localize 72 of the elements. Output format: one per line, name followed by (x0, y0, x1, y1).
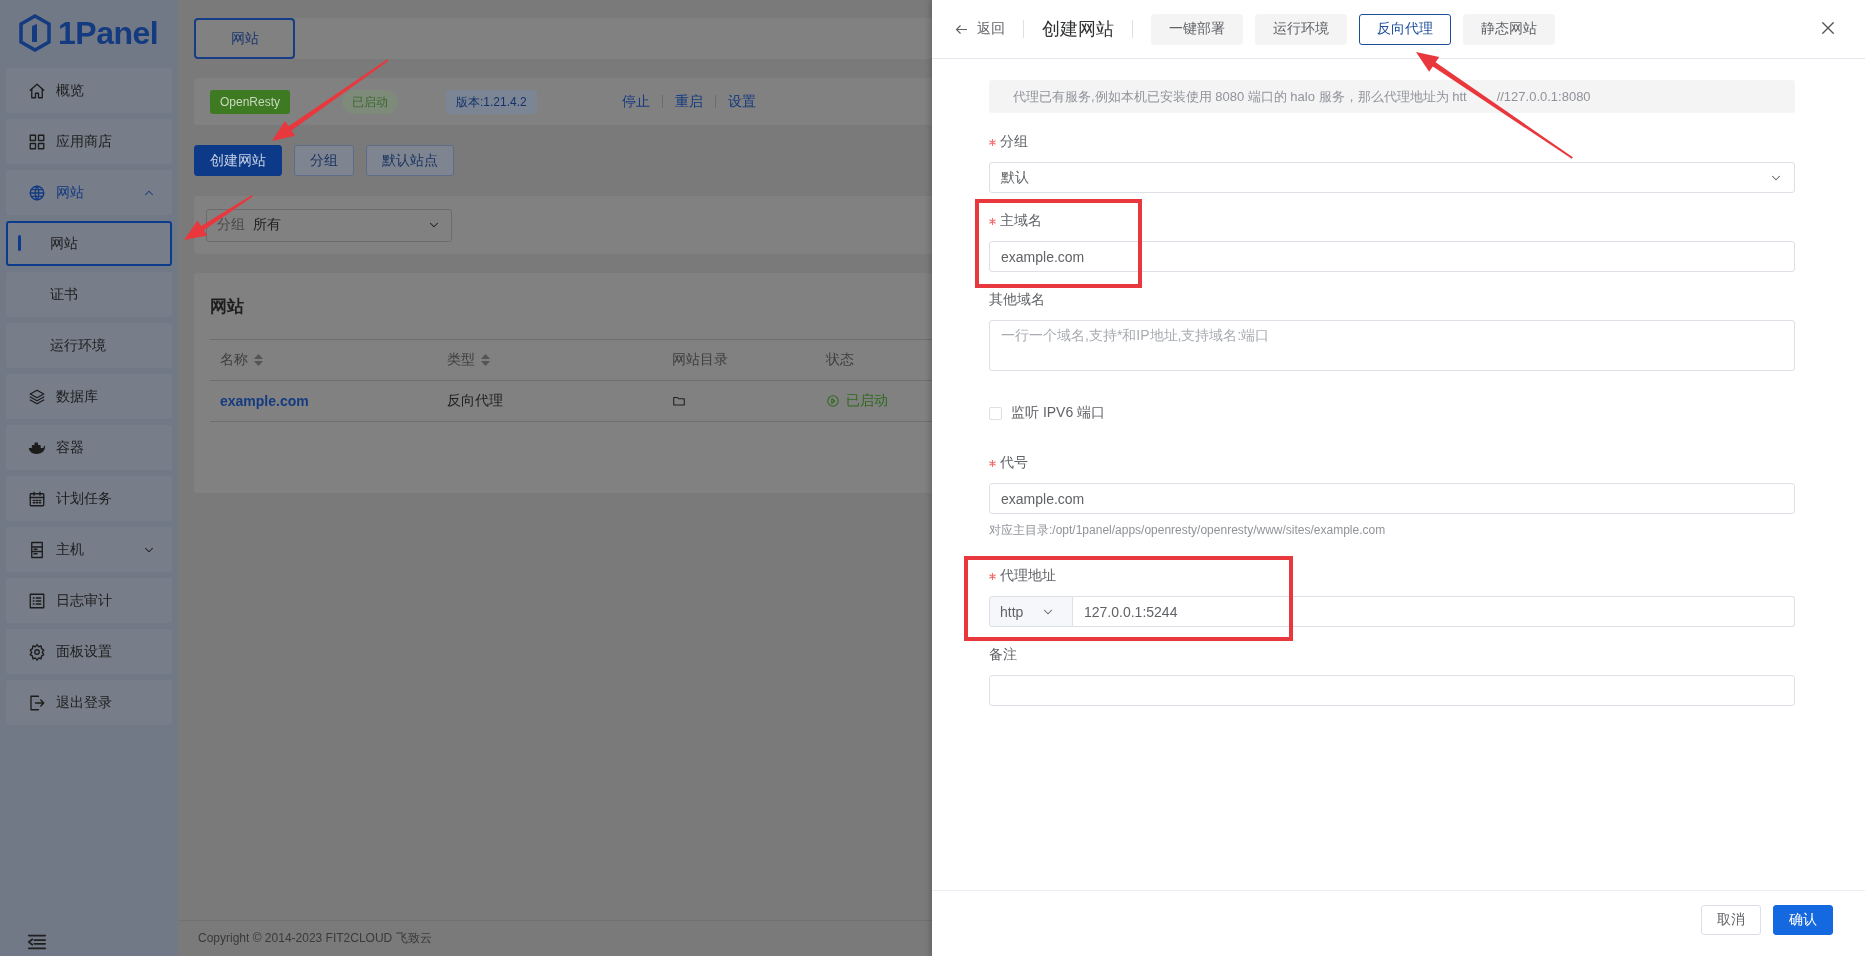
checkbox-label: 监听 IPV6 端口 (1011, 404, 1106, 422)
version-tag: 版本:1.21.4.2 (446, 89, 537, 114)
folder-icon (672, 394, 686, 408)
checkbox[interactable] (989, 406, 1002, 420)
field-label: 主域名 (1000, 212, 1042, 230)
globe-icon (28, 183, 46, 202)
table-cell-text: 反向代理 (447, 391, 503, 410)
input-field[interactable]: 127.0.0.1:5244 (1073, 596, 1795, 627)
grid-icon (28, 132, 46, 151)
sidebar-item[interactable]: 数据库 (6, 374, 172, 419)
status-tag: 已启动 (342, 89, 399, 114)
copyright-text: Copyright © 2014-2023 FIT2CLOUD 飞致云 (198, 930, 432, 947)
input-field[interactable] (989, 675, 1795, 706)
page-tab[interactable]: 网站 (194, 18, 295, 59)
type-tab[interactable]: 一键部署 (1151, 13, 1243, 45)
type-tab[interactable]: 运行环境 (1255, 13, 1347, 45)
app-name-tag: OpenResty (210, 89, 291, 114)
play-circle-icon (826, 394, 840, 408)
info-alert-text: //127.0.0.1:8080 (1496, 89, 1591, 104)
annotation-arrow (184, 195, 253, 240)
calendar-icon (28, 489, 46, 508)
list-icon (28, 591, 46, 610)
field-label: 其他域名 (989, 291, 1045, 309)
home-icon (28, 81, 46, 100)
field-hint: 对应主目录:/opt/1panel/apps/openresty/openresty/www/sites/example.com (989, 522, 1387, 539)
logo-icon (18, 14, 52, 52)
sidebar-item[interactable]: 面板设置 (6, 629, 172, 674)
sidebar-item[interactable]: 概览 (6, 68, 172, 113)
status-cell: 已启动 (826, 381, 888, 421)
column-header: 网站目录 (672, 350, 728, 369)
logo-text: 1Panel (58, 14, 159, 52)
textarea-field[interactable]: 一行一个域名,支持*和IP地址,支持域名:端口 (989, 320, 1795, 371)
sidebar-item[interactable]: 网站 (6, 170, 172, 215)
column-header[interactable]: 类型 (447, 340, 490, 380)
toolbar-button[interactable]: 分组 (294, 145, 354, 176)
sidebar-item[interactable]: 退出登录 (6, 680, 172, 725)
cancel-button[interactable]: 取消 (1701, 904, 1761, 935)
info-alert-text: 代理已有服务,例如本机已安装使用 8080 端口的 halo 服务，那么代理地址为 htt (1013, 87, 1467, 106)
sidebar-subitem[interactable]: 网站 (6, 221, 172, 266)
sidebar-item[interactable]: 容器 (6, 425, 172, 470)
select-field[interactable]: 默认 (989, 162, 1795, 193)
action-link[interactable]: 停止 (621, 92, 650, 111)
input-field[interactable]: example.com (989, 483, 1795, 514)
sidebar-item[interactable]: 主机 (6, 527, 172, 572)
sidebar-item[interactable]: 应用商店 (6, 119, 172, 164)
action-link[interactable]: 重启 (674, 92, 703, 111)
layers-icon (28, 387, 46, 406)
back-button[interactable]: 返回 (954, 20, 1005, 38)
server-icon (28, 540, 46, 559)
settings-icon (28, 642, 46, 661)
site-name-link[interactable]: example.com (220, 381, 309, 421)
field-label: 备注 (989, 646, 1017, 664)
scheme-select[interactable]: http (989, 596, 1073, 627)
type-tab[interactable]: 静态网站 (1463, 13, 1555, 45)
column-header: 状态 (826, 350, 854, 369)
sidebar-subitem[interactable]: 证书 (6, 272, 172, 317)
logout-icon (28, 693, 46, 712)
drawer-title: 创建网站 (1042, 18, 1114, 41)
table-title: 网站 (210, 295, 244, 318)
column-header[interactable]: 名称 (220, 340, 263, 380)
sidebar-item[interactable]: 计划任务 (6, 476, 172, 521)
sidebar-subitem[interactable]: 运行环境 (6, 323, 172, 368)
field-label: 分组 (1000, 133, 1028, 151)
create-button[interactable]: 创建网站 (194, 145, 282, 176)
toolbar-button[interactable]: 默认站点 (366, 145, 454, 176)
type-tab[interactable]: 反向代理 (1359, 13, 1451, 45)
field-label: 代理地址 (1000, 567, 1056, 585)
input-field[interactable]: example.com (989, 241, 1795, 272)
sidebar-item[interactable]: 日志审计 (6, 578, 172, 623)
action-link[interactable]: 设置 (727, 92, 756, 111)
confirm-button[interactable]: 确认 (1773, 904, 1833, 935)
field-label: 代号 (1000, 454, 1028, 472)
